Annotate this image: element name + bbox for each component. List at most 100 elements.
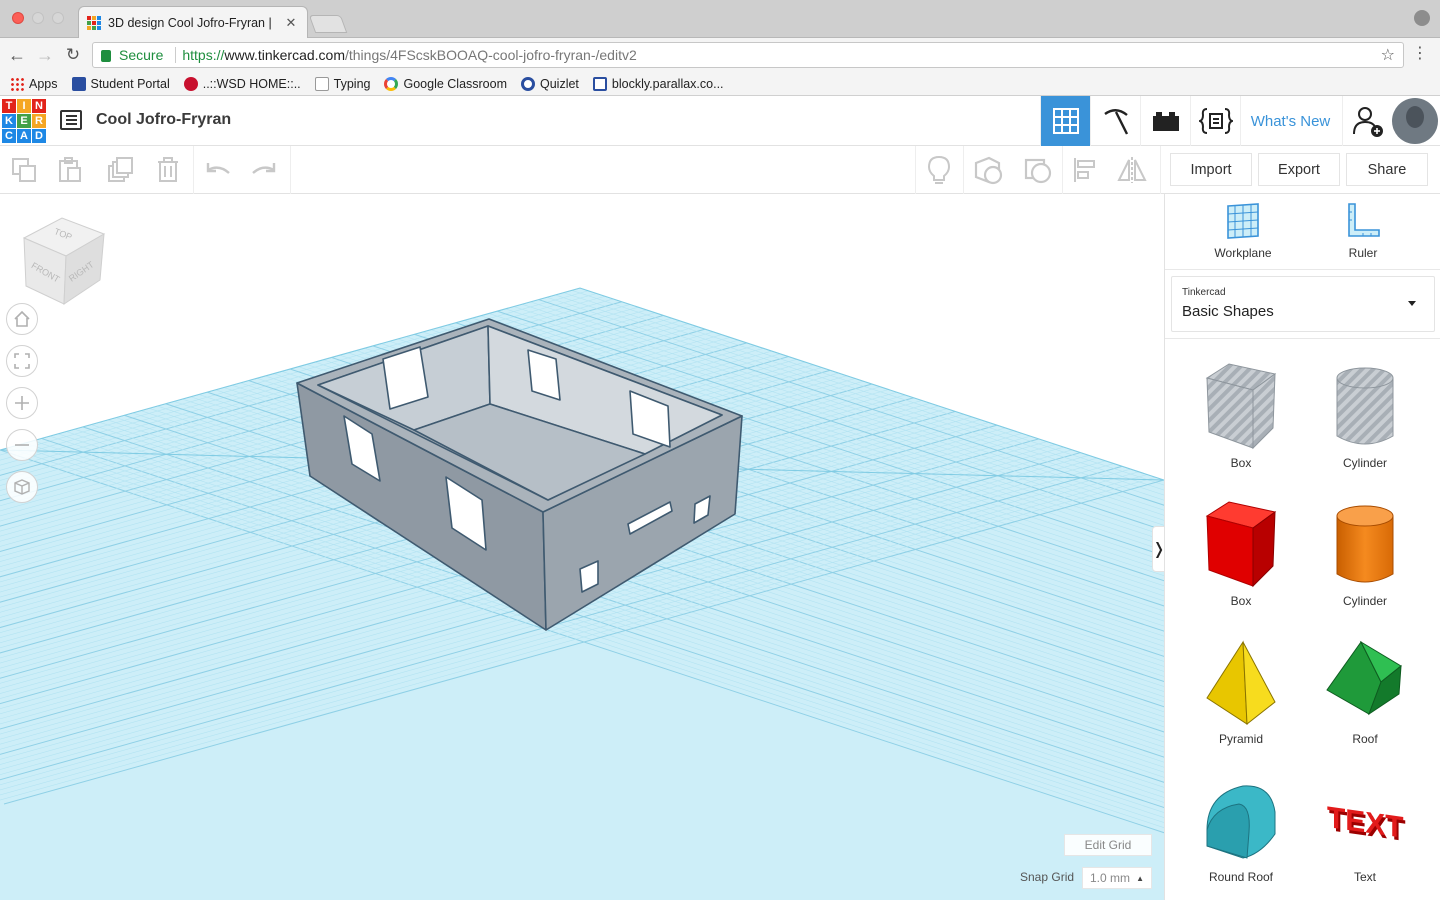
share-button[interactable]: Share xyxy=(1346,153,1428,186)
design-list-icon[interactable] xyxy=(60,110,82,130)
shape-roof[interactable]: Roof xyxy=(1305,636,1425,756)
bookmarks-bar: Apps Student Portal ..::WSD HOME::.. Typ… xyxy=(0,72,1440,96)
google-icon xyxy=(384,76,399,91)
paste-button[interactable] xyxy=(54,154,86,186)
undo-button[interactable] xyxy=(202,154,234,186)
tinkercad-favicon-icon xyxy=(87,15,101,30)
export-button[interactable]: Export xyxy=(1258,153,1340,186)
notes-button[interactable] xyxy=(923,154,955,186)
zoom-window-button[interactable] xyxy=(52,12,64,24)
new-tab-button[interactable] xyxy=(308,15,348,33)
shape-pyramid[interactable]: Pyramid xyxy=(1181,636,1301,756)
bookmark-google-classroom[interactable]: Google Classroom xyxy=(384,76,507,91)
whats-new-link[interactable]: What's New xyxy=(1240,96,1340,146)
duplicate-button[interactable] xyxy=(104,154,136,186)
quizlet-icon xyxy=(521,76,535,91)
bookmark-blockly[interactable]: blockly.parallax.co... xyxy=(592,76,724,91)
add-user-icon xyxy=(1352,107,1383,137)
shape-text[interactable]: TEXT TEXT Text xyxy=(1305,774,1425,894)
edit-grid-button[interactable]: Edit Grid xyxy=(1064,834,1152,856)
ruler-label: Ruler xyxy=(1348,246,1378,260)
portal-icon xyxy=(71,76,86,91)
home-icon xyxy=(14,310,30,327)
hole-shape-icon xyxy=(1024,158,1052,184)
library-name: Basic Shapes xyxy=(1182,303,1274,320)
solid-button[interactable] xyxy=(972,154,1004,186)
align-icon xyxy=(1074,158,1095,182)
fit-frame-icon xyxy=(14,353,30,369)
minimize-window-button[interactable] xyxy=(32,12,44,24)
shape-box[interactable]: Box xyxy=(1181,498,1301,618)
zoom-out-button[interactable] xyxy=(6,429,38,461)
invite-user-button[interactable] xyxy=(1342,96,1392,146)
browser-omnibar: ← → ↻ Secure https://www.tinkercad.com/t… xyxy=(0,38,1440,72)
redo-arrow-icon xyxy=(252,163,276,174)
shape-cylinder-hole[interactable]: Cylinder xyxy=(1305,360,1425,480)
snap-grid-select[interactable]: 1.0 mm ▲ xyxy=(1082,867,1152,889)
forward-arrow-icon[interactable]: → xyxy=(34,45,56,65)
brick-icon xyxy=(1152,112,1179,131)
browser-menu-icon[interactable]: ⋮ xyxy=(1412,46,1428,62)
logo-letter: R xyxy=(32,114,46,128)
home-view-button[interactable] xyxy=(6,303,38,335)
view-cube[interactable]: TOP FRONT RIGHT xyxy=(22,217,106,305)
ruler-tool[interactable]: Ruler xyxy=(1303,202,1423,268)
red-box-icon xyxy=(1205,501,1277,588)
bookmark-label: Quizlet xyxy=(540,76,579,91)
codeblocks-button[interactable] xyxy=(1190,96,1240,146)
tab-close-icon[interactable]: ✕ xyxy=(283,15,299,31)
shape-label: Round Roof xyxy=(1208,870,1274,884)
red-3d-text-icon: TEXT TEXT xyxy=(1327,801,1406,848)
design-title[interactable]: Cool Jofro-Fryran xyxy=(96,111,231,129)
bricks-view-button[interactable] xyxy=(1140,96,1190,146)
url-host: www.tinkercad.com xyxy=(224,47,345,63)
bookmark-wsd-home[interactable]: ..::WSD HOME::.. xyxy=(183,76,301,91)
address-bar[interactable]: Secure https://www.tinkercad.com/things/… xyxy=(92,42,1404,68)
shape-round-roof[interactable]: Round Roof xyxy=(1181,774,1301,894)
zoom-in-button[interactable] xyxy=(6,387,38,419)
shape-label: Cylinder xyxy=(1342,594,1387,608)
import-button[interactable]: Import xyxy=(1170,153,1252,186)
mirror-button[interactable] xyxy=(1116,154,1148,186)
url-scheme: https:// xyxy=(182,47,225,63)
browser-tab-active[interactable]: 3D design Cool Jofro-Fryran | ✕ xyxy=(78,6,308,38)
browser-profile-icon[interactable] xyxy=(1414,10,1430,26)
hole-button[interactable] xyxy=(1022,154,1054,186)
3d-view-button[interactable] xyxy=(1040,96,1090,146)
copy-button[interactable] xyxy=(8,154,40,186)
workplane-scene[interactable]: TOP FRONT RIGHT xyxy=(0,194,1164,900)
shape-library-select[interactable]: Tinkercad Basic Shapes xyxy=(1171,276,1435,332)
workplane-tool[interactable]: Workplane xyxy=(1183,202,1303,268)
caret-up-icon: ▲ xyxy=(1136,873,1144,883)
close-window-button[interactable] xyxy=(12,12,24,24)
shape-cylinder[interactable]: Cylinder xyxy=(1305,498,1425,618)
fit-view-button[interactable] xyxy=(6,345,38,377)
redo-button[interactable] xyxy=(248,154,280,186)
back-arrow-icon[interactable]: ← xyxy=(6,45,28,65)
shape-label: Text xyxy=(1353,870,1376,884)
bookmark-apps[interactable]: Apps xyxy=(10,76,58,91)
orange-cylinder-icon xyxy=(1336,505,1394,583)
minecraft-view-button[interactable] xyxy=(1090,96,1140,146)
shape-box-hole[interactable]: Box xyxy=(1181,360,1301,480)
logo-letter: C xyxy=(2,129,16,143)
perspective-toggle-button[interactable] xyxy=(6,471,38,503)
reload-icon[interactable]: ↻ xyxy=(62,45,84,65)
cube-outline-icon xyxy=(14,479,30,495)
bookmark-quizlet[interactable]: Quizlet xyxy=(521,76,579,91)
delete-button[interactable] xyxy=(152,154,184,186)
browser-tabstrip: 3D design Cool Jofro-Fryran | ✕ xyxy=(0,0,1440,38)
bookmark-star-icon[interactable]: ☆ xyxy=(1381,45,1395,65)
apps-grid-icon xyxy=(10,76,24,91)
logo-letter: K xyxy=(2,114,16,128)
snap-grid-label: Snap Grid xyxy=(1020,870,1075,884)
yellow-pyramid-icon xyxy=(1206,640,1276,725)
user-avatar[interactable] xyxy=(1392,98,1438,144)
bookmark-typing[interactable]: Typing xyxy=(314,76,370,91)
align-button[interactable] xyxy=(1070,154,1102,186)
shapes-panel: Workplane Ruler Tinkercad Basic Shapes B… xyxy=(1164,194,1440,900)
bookmark-student-portal[interactable]: Student Portal xyxy=(71,76,170,91)
shape-label: Box xyxy=(1230,594,1252,608)
3d-viewport[interactable]: TOP FRONT RIGHT Edit Grid Snap Grid 1.0 … xyxy=(0,194,1164,900)
tinkercad-logo[interactable]: T I N K E R C A D xyxy=(2,99,46,143)
